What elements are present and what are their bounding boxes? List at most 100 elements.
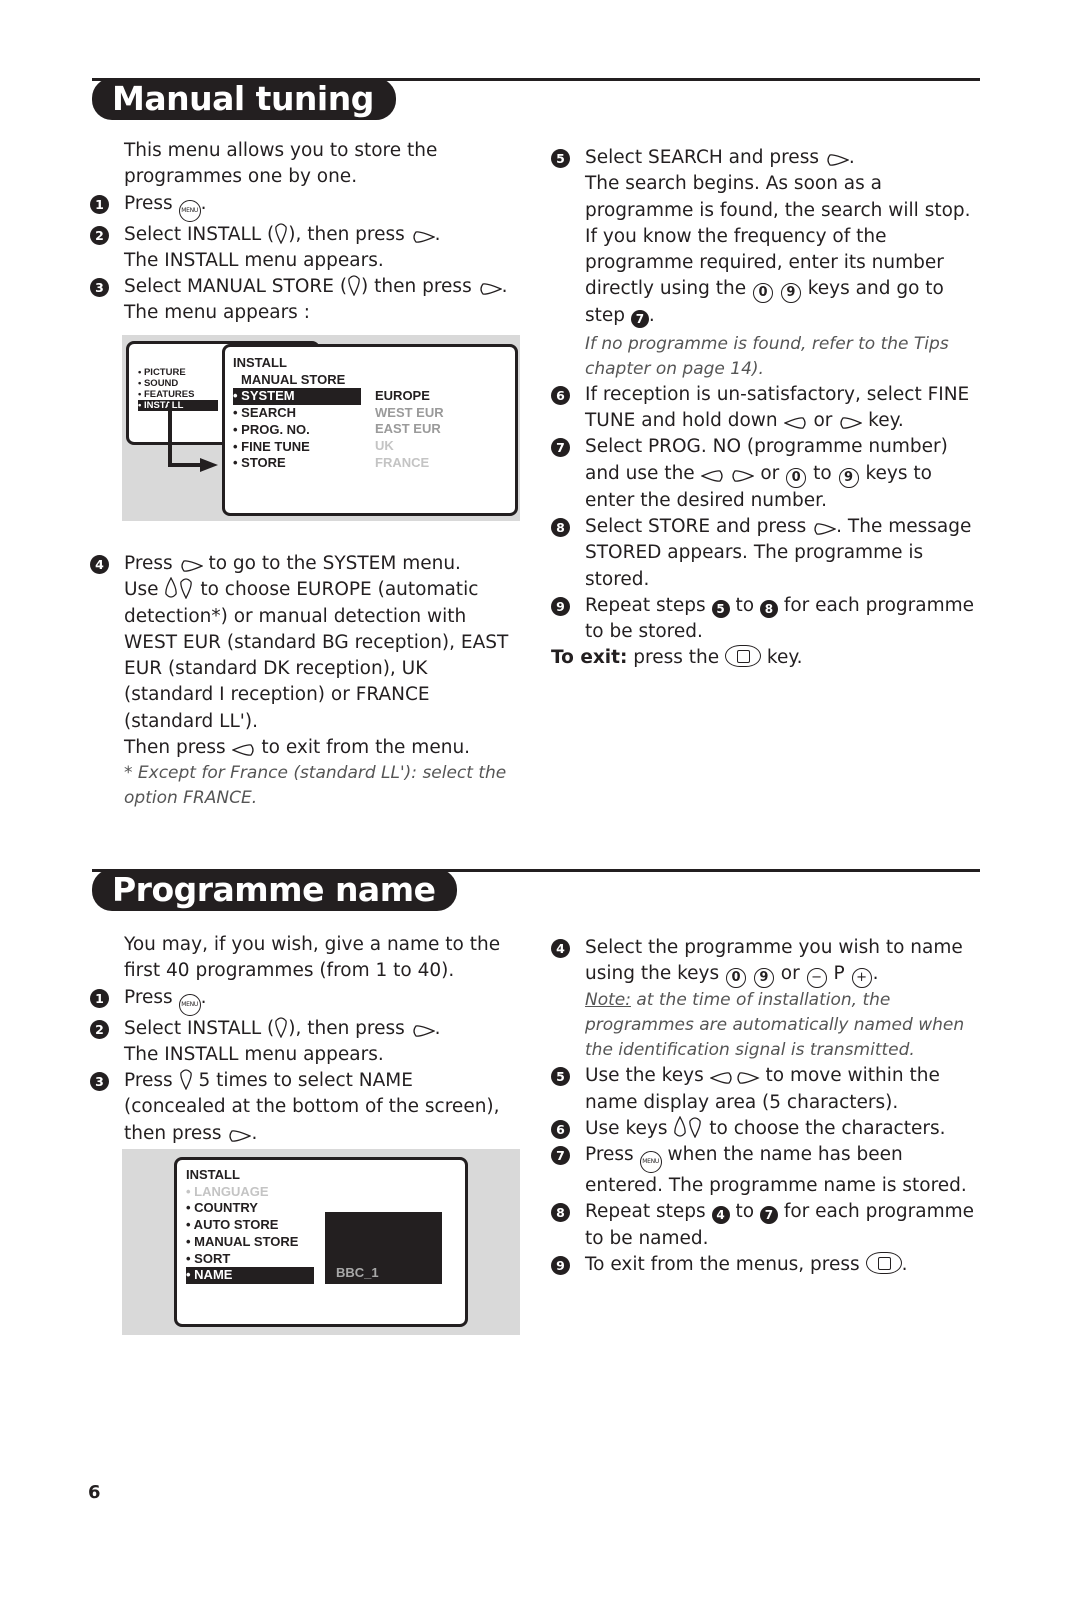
name-menu-diagram: INSTALL • LANGUAGE • COUNTRY • AUTO STOR… xyxy=(122,1149,520,1335)
step-5: 5 Select SEARCH and press . The search b… xyxy=(551,145,976,382)
zero-key-icon: 0 xyxy=(752,283,773,304)
install-menu-list: INSTALL • LANGUAGE • COUNTRY • AUTO STOR… xyxy=(186,1167,314,1284)
step-7: 7 Select PROG. NO (programme number) and… xyxy=(551,434,976,514)
step-number: 2 xyxy=(90,225,109,245)
left-arrow-key-icon xyxy=(783,417,806,429)
step-number: 3 xyxy=(90,278,109,298)
step-3: 3 Select MANUAL STORE () then press . Th… xyxy=(90,274,510,327)
selected-submenu-item: • SYSTEM xyxy=(233,388,361,406)
step-number: 6 xyxy=(551,385,570,405)
step-8: 8 Select STORE and press . The message S… xyxy=(551,514,976,593)
step-number: 5 xyxy=(551,1067,570,1087)
menu-key-icon: MENU xyxy=(178,993,201,1016)
step-4: 4 Press to go to the SYSTEM menu. Use to… xyxy=(90,551,510,811)
step-ref: 7 xyxy=(759,1206,778,1225)
down-arrow-key-icon xyxy=(275,222,288,244)
step-number: 1 xyxy=(90,988,109,1008)
step-number: 4 xyxy=(90,555,109,574)
section-title: Programme name xyxy=(92,869,458,911)
step-4: 4 Select the programme you wish to name … xyxy=(551,935,976,1063)
menu-key-icon: MENU xyxy=(178,199,201,222)
nine-key-icon: 9 xyxy=(780,283,801,304)
programme-name-left-column: You may, if you wish, give a name to the… xyxy=(90,932,510,1173)
connector-line xyxy=(168,403,172,467)
step-9: 9 To exit from the menus, press . xyxy=(551,1252,976,1278)
connector-line xyxy=(168,463,204,467)
intro-text: You may, if you wish, give a name to the… xyxy=(124,934,501,982)
section-title: Manual tuning xyxy=(92,78,396,120)
manual-tuning-step-4: 4 Press to go to the SYSTEM menu. Use to… xyxy=(90,551,510,811)
submenu-list: INSTALL MANUAL STORE • SYSTEM • SEARCH •… xyxy=(233,355,361,472)
up-down-arrow-keys-icon xyxy=(674,1115,702,1138)
step-6: 6 Use keys to choose the characters. xyxy=(551,1115,976,1142)
nine-key-icon: 9 xyxy=(753,968,774,989)
down-arrow-key-icon xyxy=(348,275,360,297)
step-number: 7 xyxy=(551,438,570,458)
programme-name-right-column: 4 Select the programme you wish to name … xyxy=(551,935,976,1278)
step-number: 8 xyxy=(551,1203,570,1223)
step-2: 2 Select INSTALL (), then press . The IN… xyxy=(90,222,510,275)
step-1: 1 Press MENU. xyxy=(90,191,510,222)
programme-name-value: BBC_1 xyxy=(336,1265,379,1280)
step-number: 1 xyxy=(90,194,109,214)
page-number: 6 xyxy=(88,1482,101,1503)
step-number: 5 xyxy=(551,149,570,168)
right-arrow-key-icon xyxy=(827,154,849,166)
installation-note: Note: at the time of installation, the p… xyxy=(585,990,965,1061)
step-ref: 8 xyxy=(759,599,778,618)
right-arrow-key-icon xyxy=(180,560,203,572)
exit-instruction: To exit: press the key. xyxy=(551,645,803,669)
step-ref: 4 xyxy=(711,1206,730,1225)
search-note: If no programme is found, refer to the T… xyxy=(585,333,949,379)
right-arrow-key-icon xyxy=(413,230,435,243)
manual-tuning-left-column: This menu allows you to store the progra… xyxy=(90,138,510,327)
nine-key-icon: 9 xyxy=(838,467,859,488)
up-down-arrow-keys-icon xyxy=(165,577,193,600)
system-options-list: EUROPE WEST EUR EAST EUR UK FRANCE xyxy=(375,388,444,470)
step-number: 9 xyxy=(551,1256,570,1276)
name-display-area: BBC_1 xyxy=(325,1212,442,1284)
menu-key-icon: MENU xyxy=(639,1151,662,1174)
step-2: 2 Select INSTALL (), then press . The IN… xyxy=(90,1016,510,1069)
right-arrow-key-icon xyxy=(479,283,502,295)
step-ref: 5 xyxy=(711,599,730,618)
manual-tuning-right-column: 5 Select SEARCH and press . The search b… xyxy=(551,145,976,672)
left-arrow-key-icon xyxy=(231,744,254,756)
selected-menu-item: • INSTALL xyxy=(138,400,218,411)
arrow-head-icon xyxy=(200,458,218,472)
right-arrow-key-icon xyxy=(840,417,863,429)
down-arrow-key-icon xyxy=(275,1016,288,1038)
left-arrow-key-icon xyxy=(700,469,723,482)
down-arrow-key-icon xyxy=(179,1069,192,1091)
section-header-programme-name: Programme name xyxy=(92,869,980,911)
manual-store-menu-diagram: • PICTURE • SOUND • FEATURES • INSTALL I… xyxy=(122,335,520,521)
ok-tv-key-icon xyxy=(725,645,762,668)
step-number: 3 xyxy=(90,1072,109,1092)
intro-text: This menu allows you to store the progra… xyxy=(124,140,438,188)
section-header-manual-tuning: Manual tuning xyxy=(92,78,980,120)
step-number: 8 xyxy=(551,517,570,537)
step-6: 6 If reception is un-satisfactory, selec… xyxy=(551,382,976,435)
step-8: 8 Repeat steps 4 to 7 for each programme… xyxy=(551,1199,976,1252)
step-number: 4 xyxy=(551,939,570,958)
step-number: 7 xyxy=(551,1146,570,1166)
right-arrow-key-icon xyxy=(814,523,837,535)
plus-key-icon: + xyxy=(851,968,872,989)
footnote: * Except for France (standard LL'): sele… xyxy=(124,763,507,809)
right-arrow-key-icon xyxy=(229,1129,252,1142)
main-menu-list: • PICTURE • SOUND • FEATURES • INSTALL xyxy=(138,367,218,411)
right-arrow-key-icon xyxy=(413,1024,435,1037)
selected-menu-item: • NAME xyxy=(186,1267,314,1284)
step-number: 9 xyxy=(551,596,570,616)
step-7: 7 Press MENU when the name has been ente… xyxy=(551,1142,976,1199)
step-ref: 7 xyxy=(630,310,649,329)
ok-tv-key-icon xyxy=(865,1252,902,1275)
left-right-arrow-keys-icon xyxy=(709,1072,760,1085)
step-9: 9 Repeat steps 5 to 8 for each programme… xyxy=(551,593,976,646)
zero-key-icon: 0 xyxy=(726,968,747,989)
step-5: 5 Use the keys to move within the name d… xyxy=(551,1063,976,1116)
zero-key-icon: 0 xyxy=(786,467,807,488)
step-number: 6 xyxy=(551,1119,570,1139)
step-number: 2 xyxy=(90,1019,109,1039)
minus-key-icon: − xyxy=(806,968,827,989)
